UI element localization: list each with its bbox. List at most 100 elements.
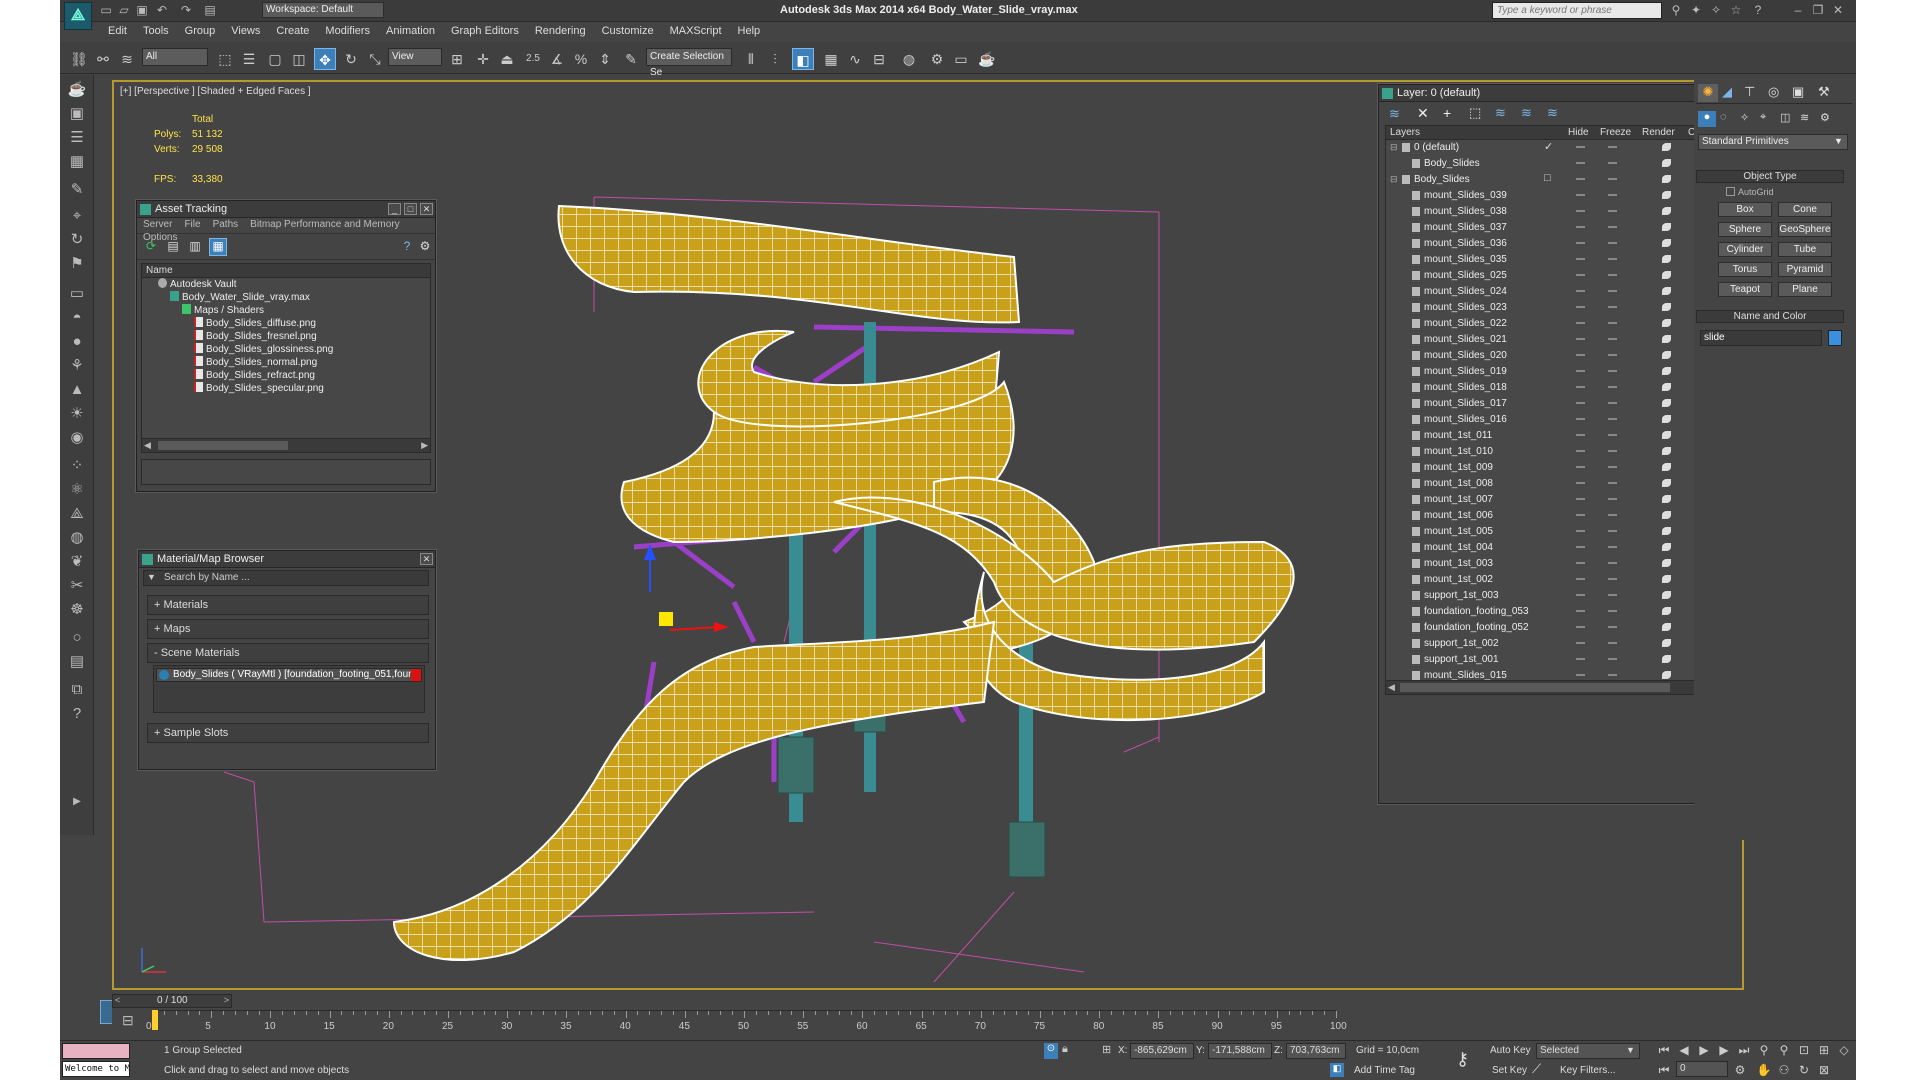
geosphere-button[interactable]: GeoSphere (1778, 222, 1832, 237)
asset-row[interactable]: Body_Slides_specular.png (142, 382, 430, 395)
list-view-icon[interactable]: ▤ (165, 239, 181, 255)
keyboard-shortcut-override-icon[interactable]: ⏏ (496, 48, 518, 70)
sample-slots-section[interactable]: + Sample Slots (147, 723, 429, 743)
tube-button[interactable]: Tube (1778, 242, 1832, 257)
help-icon[interactable]: ? (1750, 3, 1766, 18)
pan-view-icon[interactable]: ✋ (1756, 1063, 1772, 1077)
open-file-icon[interactable]: ▱ (116, 3, 132, 17)
render-teapot-icon[interactable] (1662, 239, 1671, 247)
scroll-left-icon[interactable]: ◀ (144, 440, 151, 451)
hide-toggle[interactable] (1576, 226, 1585, 228)
freeze-toggle[interactable] (1608, 642, 1617, 644)
y-coordinate-field[interactable]: -171,588cm (1208, 1043, 1272, 1059)
layer-row[interactable]: mount_1st_003 (1386, 556, 1730, 572)
freeze-toggle[interactable] (1608, 434, 1617, 436)
layer-row[interactable]: mount_Slides_038 (1386, 204, 1730, 220)
render-production-icon[interactable]: ☕ (976, 48, 998, 70)
render-teapot-icon[interactable] (1662, 287, 1671, 295)
layer-row[interactable]: mount_Slides_017 (1386, 396, 1730, 412)
hide-toggle[interactable] (1576, 546, 1585, 548)
render-teapot-icon[interactable] (1662, 639, 1671, 647)
layer-row[interactable]: mount_Slides_019 (1386, 364, 1730, 380)
asset-row[interactable]: Body_Slides_fresnel.png (142, 330, 430, 343)
hide-toggle[interactable] (1576, 386, 1585, 388)
paint-icon[interactable]: ✎ (65, 179, 89, 201)
rendered-frame-window-icon[interactable]: ▭ (950, 48, 972, 70)
freeze-toggle[interactable] (1608, 578, 1617, 580)
object-name-input[interactable]: slide (1700, 330, 1822, 346)
menu-edit[interactable]: Edit (100, 23, 135, 39)
walk-through-icon[interactable]: ⚇ (1776, 1063, 1792, 1077)
refresh-icon[interactable]: ⟳ (143, 239, 159, 255)
freeze-toggle[interactable] (1608, 530, 1617, 532)
named-selection-dropdown[interactable]: Create Selection Se (646, 48, 732, 78)
freeze-toggle[interactable] (1608, 370, 1617, 372)
asset-menu-paths[interactable]: Paths (207, 218, 245, 231)
layer-row[interactable]: ⊟ 0 (default) ✓ (1386, 140, 1730, 156)
layer-row[interactable]: foundation_footing_053 (1386, 604, 1730, 620)
menu-help[interactable]: Help (730, 23, 769, 39)
key-mode-dropdown[interactable]: Selected (1536, 1043, 1640, 1059)
z-coordinate-field[interactable]: 703,763cm (1286, 1043, 1346, 1059)
freeze-toggle[interactable] (1608, 242, 1617, 244)
current-frame-field[interactable]: 0 (1676, 1061, 1728, 1077)
layer-row[interactable]: support_1st_001 (1386, 652, 1730, 668)
sun-icon[interactable]: ☀ (65, 403, 89, 425)
asset-row[interactable]: Body_Slides_normal.png (142, 356, 430, 369)
asset-row[interactable]: Body_Slides_diffuse.png (142, 317, 430, 330)
plane-button[interactable]: Plane (1778, 282, 1832, 297)
zoom-icon[interactable]: ⚲ (1756, 1043, 1772, 1057)
layer-row[interactable]: Body_Slides (1386, 156, 1730, 172)
freeze-toggle[interactable] (1608, 402, 1617, 404)
hide-toggle[interactable] (1576, 306, 1585, 308)
autogrid-checkbox-box[interactable] (1726, 187, 1735, 196)
expand-arrow-icon[interactable]: ▶ (65, 791, 89, 813)
detail-view-icon[interactable]: ▥ (187, 239, 203, 255)
layer-row[interactable]: mount_1st_006 (1386, 508, 1730, 524)
name-and-color-rollout[interactable]: Name and Color (1696, 310, 1844, 323)
zoom-extents-icon[interactable]: ⊡ (1796, 1043, 1812, 1057)
hide-toggle[interactable] (1576, 610, 1585, 612)
render-teapot-icon[interactable] (1662, 655, 1671, 663)
freeze-toggle[interactable] (1608, 226, 1617, 228)
select-and-scale-icon[interactable]: ⤡ (364, 48, 386, 70)
layer-row[interactable]: mount_Slides_035 (1386, 252, 1730, 268)
freeze-toggle[interactable] (1608, 146, 1617, 148)
freeze-toggle[interactable] (1608, 594, 1617, 596)
box-icon[interactable]: ▭ (65, 283, 89, 305)
freeze-toggle[interactable] (1608, 386, 1617, 388)
menu-views[interactable]: Views (223, 23, 268, 39)
menu-graph-editors[interactable]: Graph Editors (443, 23, 527, 39)
hide-toggle[interactable] (1576, 562, 1585, 564)
globe-icon[interactable]: ◍ (65, 527, 89, 549)
freeze-toggle[interactable] (1608, 658, 1617, 660)
asset-row[interactable]: Maps / Shaders (142, 304, 430, 317)
hide-toggle[interactable] (1576, 338, 1585, 340)
hide-toggle[interactable] (1576, 242, 1585, 244)
time-slider[interactable]: < 0 / 100 > (112, 994, 232, 1008)
layer-row[interactable]: mount_1st_009 (1386, 460, 1730, 476)
freeze-toggle[interactable] (1608, 514, 1617, 516)
edit-named-selection-icon[interactable]: ✎ (620, 48, 642, 70)
layer-row[interactable]: mount_Slides_022 (1386, 316, 1730, 332)
layer-row[interactable]: support_1st_003 (1386, 588, 1730, 604)
next-frame-icon[interactable]: ▶ (1716, 1043, 1732, 1057)
reference-coordinate-dropdown[interactable]: View (388, 48, 442, 66)
asset-menu-server[interactable]: Server (137, 218, 178, 231)
layer-row[interactable]: mount_Slides_018 (1386, 380, 1730, 396)
link-icon[interactable]: ⛓ (68, 48, 90, 70)
select-objects-icon[interactable]: ⬚ (1469, 105, 1481, 121)
hide-all-icon[interactable]: ≋ (1521, 105, 1532, 121)
bind-space-warp-icon[interactable]: ≋ (116, 48, 138, 70)
keyword-search-input[interactable]: Type a keyword or phrase (1492, 2, 1662, 19)
menu-animation[interactable]: Animation (378, 23, 443, 39)
motion-tab-icon[interactable]: ◎ (1768, 84, 1779, 100)
selection-filter-dropdown[interactable]: All (142, 48, 208, 66)
chevron-down-icon[interactable]: ▼ (1626, 1045, 1635, 1055)
render-icon[interactable]: ▣ (65, 103, 89, 125)
render-teapot-icon[interactable] (1662, 431, 1671, 439)
select-and-rotate-icon[interactable]: ↻ (340, 48, 362, 70)
close-icon[interactable]: ✕ (420, 553, 433, 565)
select-by-name-icon[interactable]: ☰ (238, 48, 260, 70)
zoom-extents-all-icon[interactable]: ⊞ (1816, 1043, 1832, 1057)
